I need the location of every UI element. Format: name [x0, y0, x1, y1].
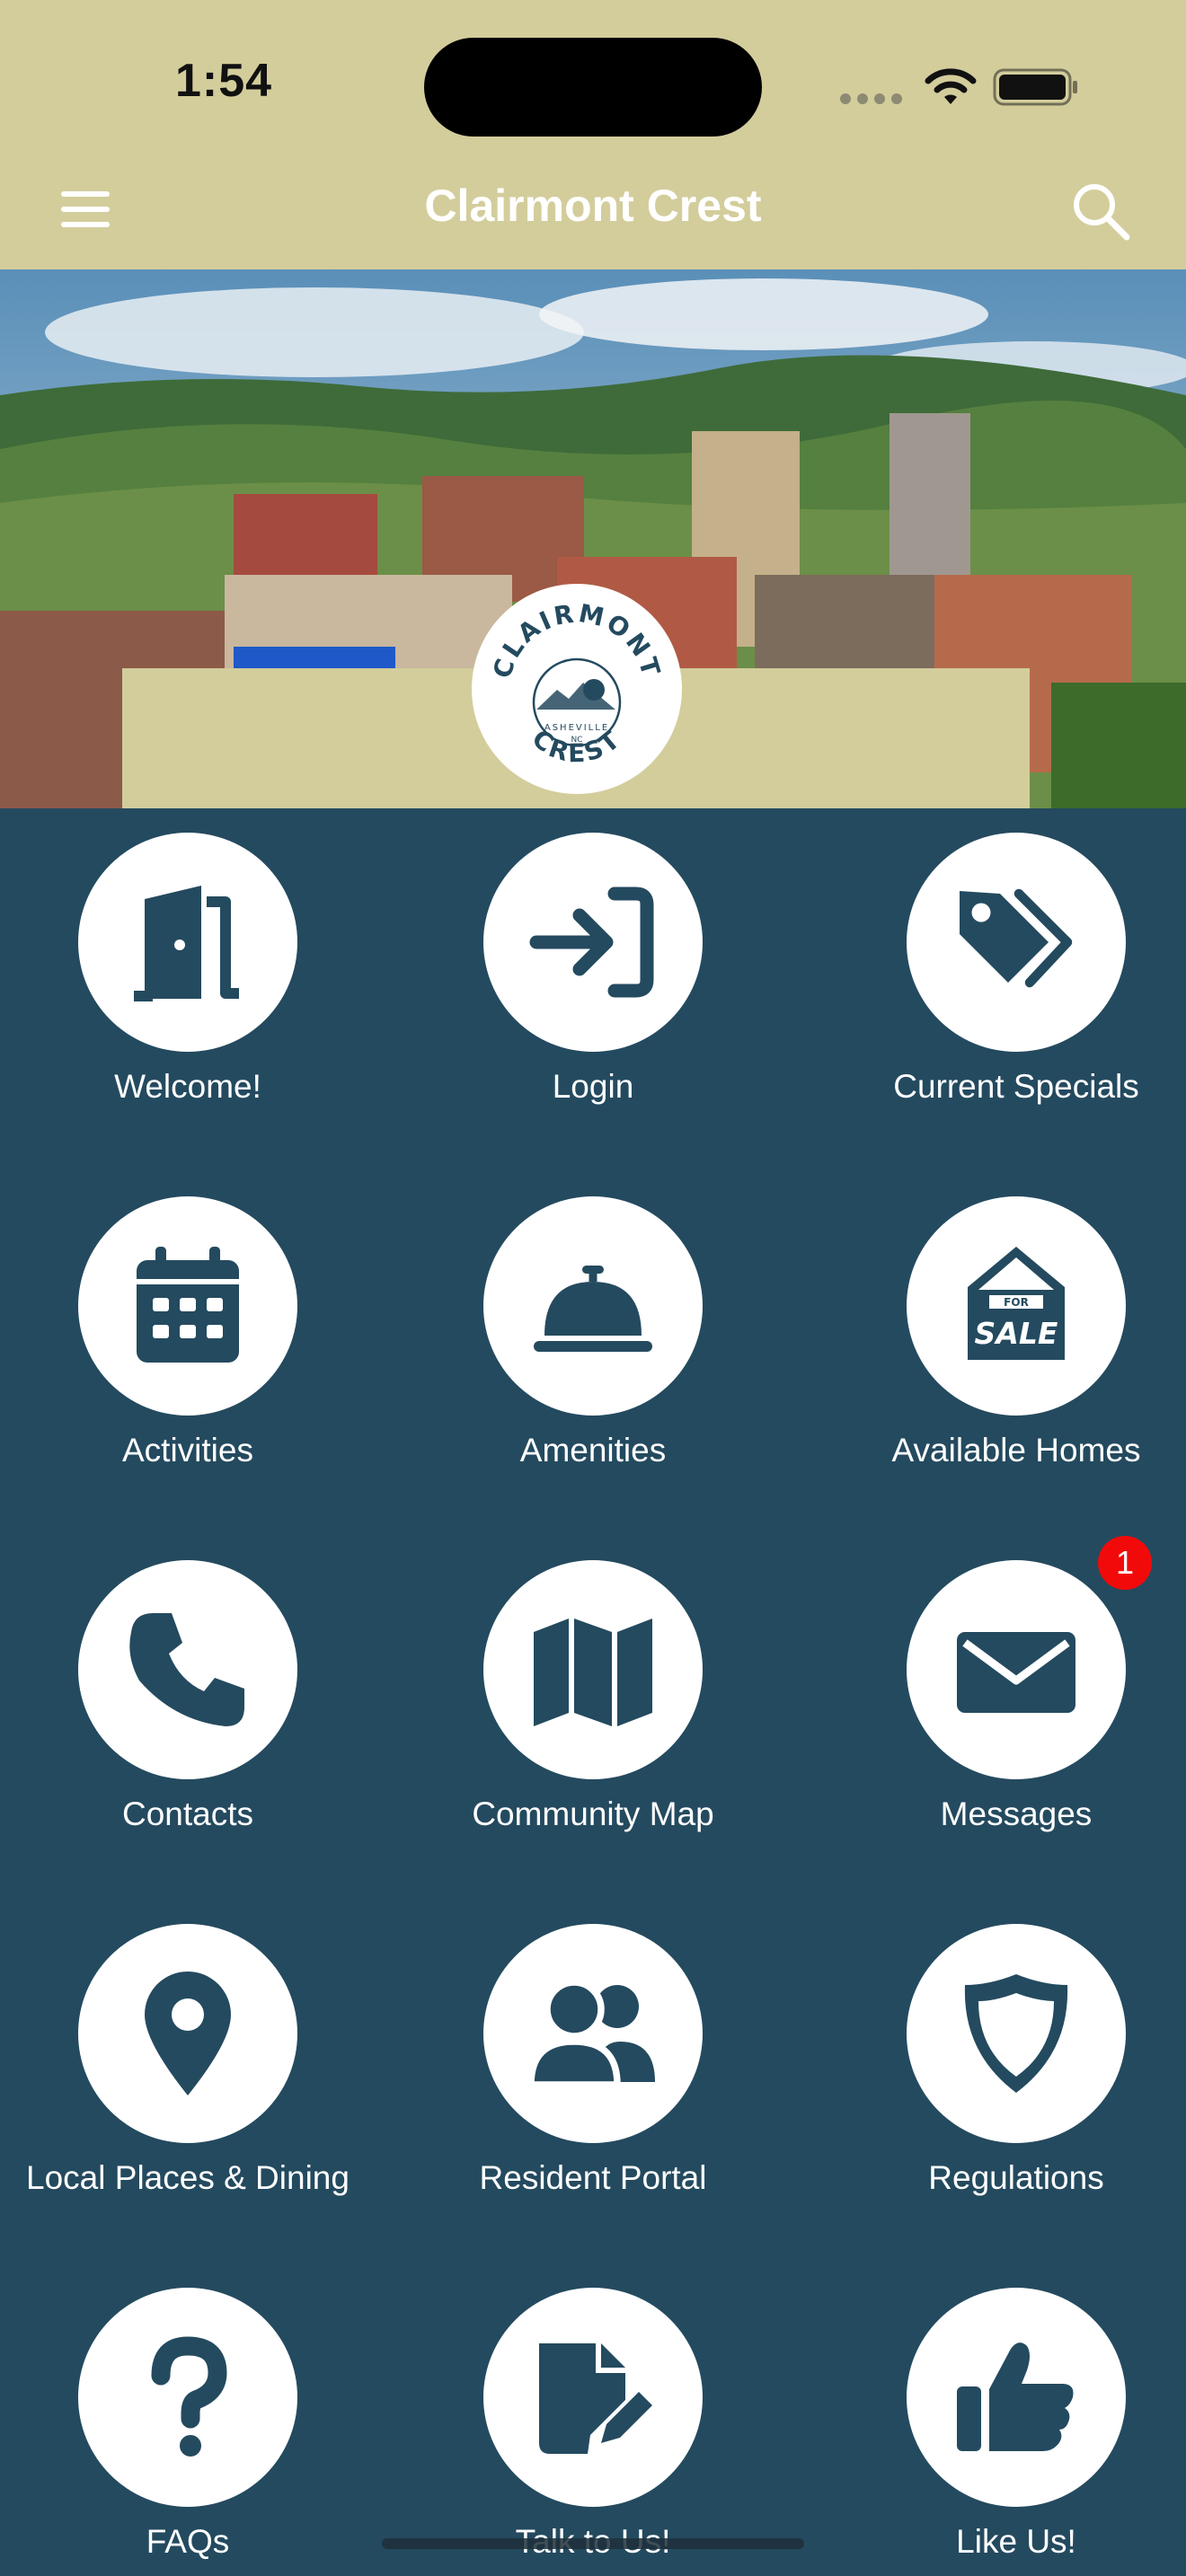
svg-text:SALE: SALE — [975, 1316, 1058, 1351]
map-pin-icon — [145, 1972, 231, 2095]
tags-icon — [960, 888, 1073, 988]
like-us-button[interactable] — [907, 2288, 1126, 2507]
header: 1:54 Clairmont Crest — [0, 0, 1186, 269]
tile-available-homes[interactable]: FOR SALE Available Homes — [817, 1196, 1186, 1493]
door-icon — [134, 886, 239, 1001]
tile-amenities[interactable]: Amenities — [394, 1196, 789, 1493]
envelope-icon — [957, 1632, 1075, 1713]
tile-label: Current Specials — [893, 1068, 1139, 1105]
tile-activities[interactable]: Activities — [0, 1196, 384, 1493]
calendar-icon — [137, 1247, 239, 1363]
thumbs-up-icon — [957, 2342, 1074, 2451]
logo-emblem-icon: CLAIRMONT ASHEVILLE NC CREST — [487, 598, 667, 768]
tile-label: Resident Portal — [479, 2159, 707, 2196]
svg-text:FOR: FOR — [1004, 1296, 1029, 1309]
tile-label: Activities — [122, 1432, 253, 1469]
community-logo: CLAIRMONT ASHEVILLE NC CREST — [472, 584, 682, 794]
tile-regulations[interactable]: Regulations — [817, 1924, 1186, 2220]
tile-faqs[interactable]: FAQs — [0, 2288, 384, 2576]
contacts-button[interactable] — [78, 1560, 297, 1779]
file-edit-icon — [539, 2343, 652, 2454]
resident-portal-button[interactable] — [483, 1924, 703, 2143]
tile-current-specials[interactable]: Current Specials — [817, 833, 1186, 1129]
activities-button[interactable] — [78, 1196, 297, 1416]
search-icon[interactable] — [1069, 180, 1132, 243]
tile-talk-to-us[interactable]: Talk to Us! — [394, 2288, 789, 2576]
battery-icon — [993, 68, 1077, 106]
tile-welcome[interactable]: Welcome! — [0, 833, 384, 1129]
signal-dots-icon — [840, 93, 903, 104]
tile-label: Welcome! — [114, 1068, 261, 1105]
tile-login[interactable]: Login — [394, 833, 789, 1129]
tile-local-places[interactable]: Local Places & Dining — [0, 1924, 384, 2220]
tile-label: Community Map — [472, 1795, 714, 1832]
map-icon — [534, 1619, 652, 1726]
tile-label: Local Places & Dining — [26, 2159, 350, 2196]
tile-like-us[interactable]: Like Us! — [817, 2288, 1186, 2576]
tile-messages[interactable]: Messages — [817, 1560, 1186, 1857]
dynamic-island — [424, 38, 762, 137]
tile-community-map[interactable]: Community Map — [394, 1560, 789, 1857]
faqs-button[interactable] — [78, 2288, 297, 2507]
question-icon — [151, 2336, 227, 2457]
messages-button[interactable] — [907, 1560, 1126, 1779]
login-icon — [529, 887, 654, 998]
for-sale-sign-icon: FOR SALE — [968, 1247, 1065, 1360]
phone-icon — [129, 1613, 244, 1726]
tile-label: Available Homes — [891, 1432, 1141, 1469]
regulations-button[interactable] — [907, 1924, 1126, 2143]
amenities-button[interactable] — [483, 1196, 703, 1416]
status-icons — [840, 63, 1083, 108]
tile-label: Amenities — [519, 1432, 667, 1469]
tile-contacts[interactable]: Contacts — [0, 1560, 384, 1857]
tile-label: Like Us! — [956, 2523, 1076, 2560]
users-icon — [527, 1979, 655, 2088]
community-map-button[interactable] — [483, 1560, 703, 1779]
talk-to-us-button[interactable] — [483, 2288, 703, 2507]
messages-badge: 1 — [1098, 1536, 1152, 1590]
svg-text:CLAIRMONT: CLAIRMONT — [487, 598, 667, 682]
tile-label: Regulations — [928, 2159, 1104, 2196]
welcome-button[interactable] — [78, 833, 297, 1052]
tile-label: Messages — [940, 1795, 1093, 1832]
app-title: Clairmont Crest — [424, 181, 762, 231]
available-homes-button[interactable]: FOR SALE — [907, 1196, 1126, 1416]
home-indicator[interactable] — [382, 2538, 804, 2549]
status-time: 1:54 — [175, 55, 273, 107]
wifi-icon — [925, 68, 977, 104]
bell-icon — [534, 1266, 652, 1352]
tile-label: Login — [552, 1068, 634, 1105]
current-specials-button[interactable] — [907, 833, 1126, 1052]
local-places-button[interactable] — [78, 1924, 297, 2143]
tile-resident-portal[interactable]: Resident Portal — [394, 1924, 789, 2220]
shield-icon — [964, 1974, 1068, 2093]
tile-label: FAQs — [146, 2523, 230, 2560]
tile-label: Contacts — [121, 1795, 253, 1832]
login-button[interactable] — [483, 833, 703, 1052]
